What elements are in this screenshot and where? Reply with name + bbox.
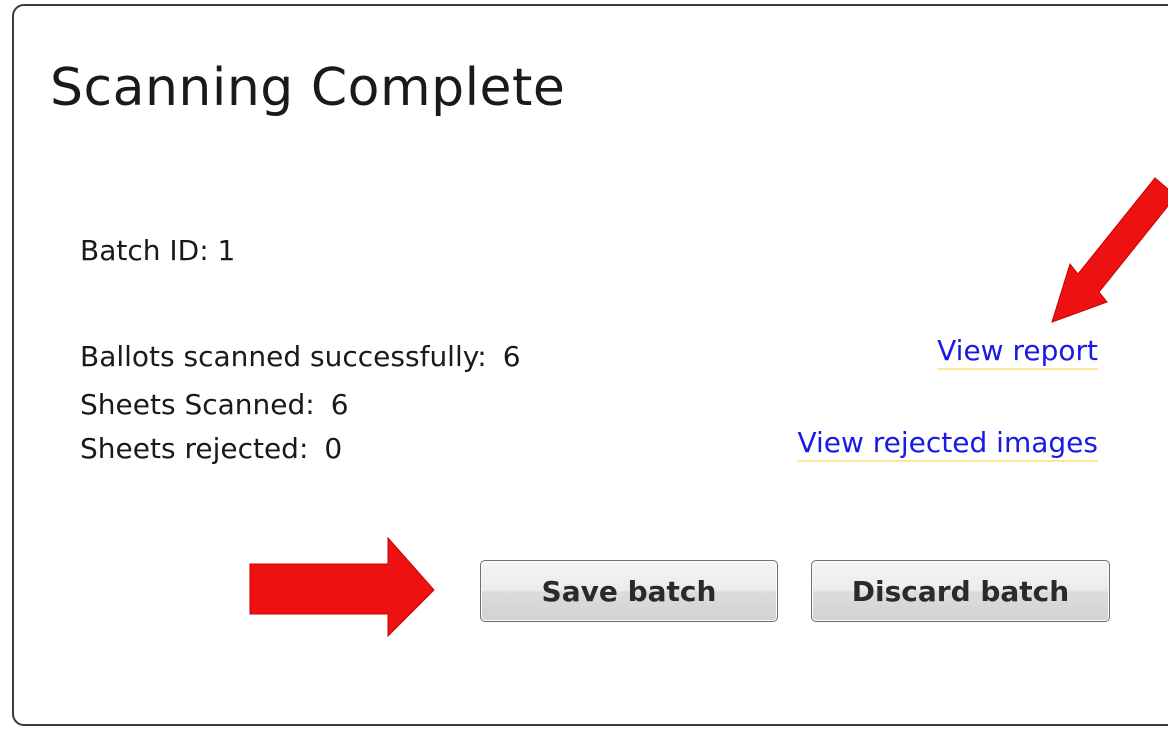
sheets-rejected-label: Sheets rejected: <box>80 432 309 465</box>
ballots-scanned-label: Ballots scanned successfully: <box>80 340 487 373</box>
save-batch-button[interactable]: Save batch <box>480 560 778 622</box>
ballots-scanned-value: 6 <box>502 340 521 373</box>
sheets-scanned-row: Sheets Scanned: 6 <box>80 388 349 422</box>
sheets-rejected-value: 0 <box>324 432 343 465</box>
ballots-scanned-row: Ballots scanned successfully: 6 <box>80 340 521 374</box>
discard-batch-button[interactable]: Discard batch <box>811 560 1110 622</box>
view-report-link[interactable]: View report <box>937 334 1098 370</box>
batch-id-row: Batch ID: 1 <box>80 234 235 268</box>
view-rejected-images-link[interactable]: View rejected images <box>797 426 1098 462</box>
sheets-rejected-row: Sheets rejected: 0 <box>80 432 342 466</box>
dialog-title: Scanning Complete <box>50 58 566 118</box>
batch-id-value: 1 <box>217 234 236 267</box>
sheets-scanned-label: Sheets Scanned: <box>80 388 315 421</box>
sheets-scanned-value: 6 <box>330 388 349 421</box>
batch-id-label: Batch ID: <box>80 234 209 267</box>
